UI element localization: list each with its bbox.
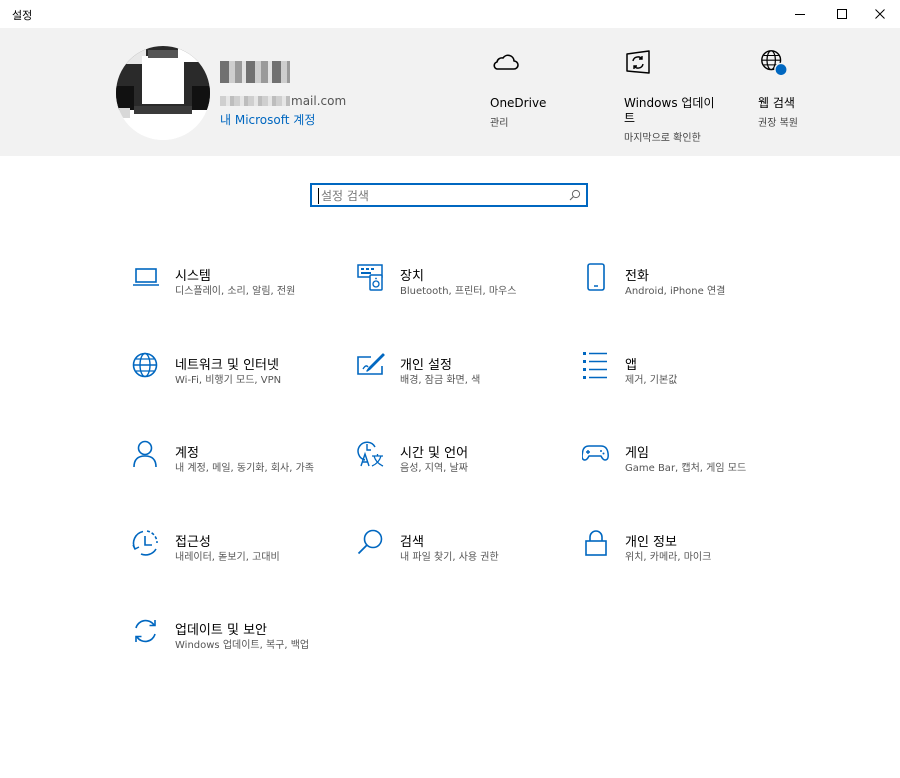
tile-title: 개인 정보	[625, 535, 677, 550]
onedrive-shortcut[interactable]: OneDrive 관리	[490, 48, 600, 129]
tile-network[interactable]: 네트워크 및 인터넷 Wi-Fi, 비행기 모드, VPN	[132, 352, 332, 412]
tile-description: 배경, 잠금 화면, 색	[400, 375, 481, 386]
tile-description: 내 계정, 메일, 동기화, 회사, 가족	[175, 463, 315, 474]
onedrive-cloud-icon	[493, 54, 519, 70]
tile-system[interactable]: 시스템 디스플레이, 소리, 알림, 전원	[132, 263, 332, 323]
tile-description: 위치, 카메라, 마이크	[625, 552, 712, 563]
tile-title: 시간 및 언어	[400, 446, 469, 461]
sync-icon	[135, 619, 156, 643]
microsoft-account-link[interactable]: 내 Microsoft 계정	[220, 111, 315, 128]
web-search-title: 웹 검색	[758, 96, 795, 110]
tile-description: Wi-Fi, 비행기 모드, VPN	[175, 375, 282, 386]
avatar[interactable]	[116, 46, 210, 140]
tile-description: 음성, 지역, 날짜	[400, 463, 468, 474]
windows-update-icon	[626, 50, 650, 74]
tile-time-language[interactable]: 시간 및 언어 음성, 지역, 날짜	[357, 440, 557, 500]
tile-accounts[interactable]: 계정 내 계정, 메일, 동기화, 회사, 가족	[132, 440, 332, 500]
lock-icon	[585, 530, 607, 556]
web-search-subtitle: 권장 복원	[758, 118, 798, 129]
tile-description: 내 파일 찾기, 사용 권한	[400, 552, 499, 563]
time-language-icon	[357, 441, 384, 467]
apps-list-icon	[583, 352, 607, 379]
maximize-button[interactable]	[822, 0, 862, 28]
personalization-icon	[357, 353, 385, 375]
minimize-button[interactable]	[780, 0, 820, 28]
close-icon	[875, 9, 885, 19]
windows-update-subtitle: 마지막으로 확인한	[624, 133, 701, 144]
tile-privacy[interactable]: 개인 정보 위치, 카메라, 마이크	[582, 529, 782, 589]
ease-of-access-icon	[132, 530, 158, 556]
tile-title: 검색	[400, 535, 424, 550]
tile-description: 내레이터, 돋보기, 고대비	[175, 552, 280, 563]
phone-icon	[587, 263, 605, 291]
tile-description: Windows 업데이트, 복구, 백업	[175, 640, 310, 651]
email-suffix: mail.com	[291, 94, 347, 108]
windows-update-shortcut[interactable]: Windows 업데이트 마지막으로 확인한	[624, 48, 724, 144]
search-input[interactable]	[318, 188, 561, 204]
title-bar: 설정	[0, 0, 900, 28]
email-mask	[220, 96, 290, 106]
maximize-icon	[837, 9, 847, 19]
tile-title: 네트워크 및 인터넷	[175, 358, 279, 373]
tile-title: 업데이트 및 보안	[175, 623, 267, 638]
person-icon	[133, 440, 157, 468]
tile-devices[interactable]: 장치 Bluetooth, 프린터, 마우스	[357, 263, 557, 323]
laptop-icon	[133, 268, 159, 286]
tile-gaming[interactable]: 게임 Game Bar, 캡처, 게임 모드	[582, 440, 782, 500]
avatar-pixelated-image	[116, 46, 210, 140]
web-search-shortcut[interactable]: 웹 검색 권장 복원	[758, 48, 858, 129]
tile-title: 게임	[625, 446, 649, 461]
tile-apps[interactable]: 앱 제거, 기본값	[582, 352, 782, 412]
tile-personalization[interactable]: 개인 설정 배경, 잠금 화면, 색	[357, 352, 557, 412]
tile-phone[interactable]: 전화 Android, iPhone 연결	[582, 263, 782, 323]
search-icon[interactable]	[569, 189, 581, 201]
tile-title: 시스템	[175, 269, 211, 284]
tile-update-security[interactable]: 업데이트 및 보안 Windows 업데이트, 복구, 백업	[132, 617, 332, 677]
tile-title: 앱	[625, 358, 637, 373]
web-search-globe-icon	[761, 50, 788, 77]
tile-title: 계정	[175, 446, 199, 461]
tile-ease-of-access[interactable]: 접근성 내레이터, 돋보기, 고대비	[132, 529, 332, 589]
tile-description: 디스플레이, 소리, 알림, 전원	[175, 286, 296, 297]
tile-search[interactable]: 검색 내 파일 찾기, 사용 권한	[357, 529, 557, 589]
devices-icon	[357, 264, 383, 291]
username-blurred	[220, 61, 290, 83]
tile-title: 접근성	[175, 535, 211, 550]
tile-description: 제거, 기본값	[625, 375, 678, 386]
settings-search-box[interactable]	[310, 183, 588, 207]
globe-icon	[132, 352, 158, 378]
minimize-icon	[795, 14, 805, 15]
tile-title: 장치	[400, 269, 424, 284]
tile-description: Game Bar, 캡처, 게임 모드	[625, 463, 747, 474]
tile-description: Bluetooth, 프린터, 마우스	[400, 286, 517, 297]
tile-description: Android, iPhone 연결	[625, 286, 726, 297]
onedrive-title: OneDrive	[490, 96, 547, 110]
search-magnifier-icon	[357, 529, 383, 555]
close-button[interactable]	[860, 0, 900, 28]
tile-title: 전화	[625, 269, 649, 284]
account-email: mail.com	[220, 94, 346, 108]
windows-update-title: Windows 업데이트	[624, 96, 715, 125]
gamepad-icon	[582, 445, 609, 461]
onedrive-subtitle: 관리	[490, 118, 509, 129]
account-header: mail.com 내 Microsoft 계정 OneDrive 관리 Wind…	[0, 28, 900, 156]
window-title: 설정	[12, 9, 33, 22]
tile-title: 개인 설정	[400, 358, 452, 373]
